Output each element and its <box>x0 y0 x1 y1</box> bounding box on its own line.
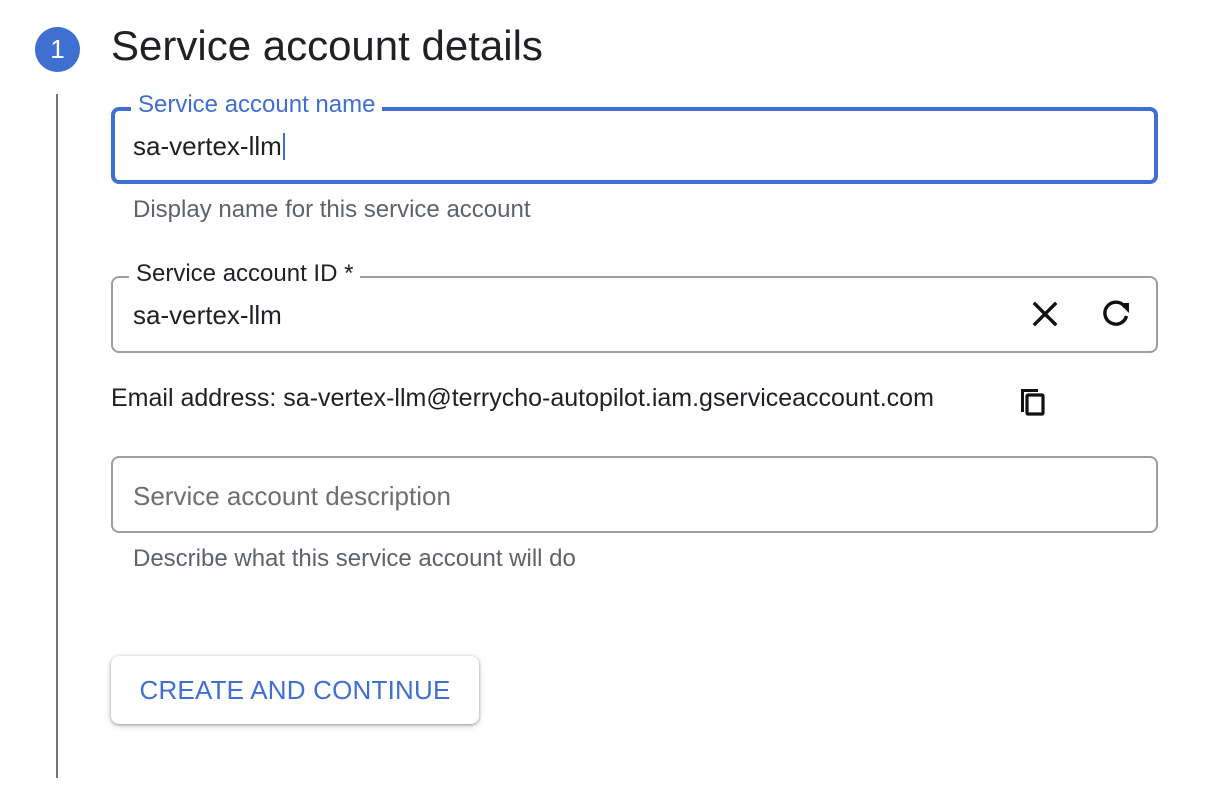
service-account-description-placeholder[interactable]: Service account description <box>133 481 451 512</box>
service-account-name-value: sa-vertex-llm <box>133 131 282 161</box>
regenerate-id-button[interactable] <box>1095 293 1137 335</box>
service-account-id-label: Service account ID * <box>129 260 361 288</box>
page-title: Service account details <box>111 22 543 69</box>
step-progress-line <box>56 94 58 778</box>
service-account-name-label: Service account name <box>131 91 383 119</box>
clear-id-button[interactable] <box>1024 293 1066 335</box>
copy-email-button[interactable] <box>1014 380 1050 420</box>
service-account-description-field[interactable]: Service account description <box>111 456 1158 533</box>
copy-icon <box>1021 389 1045 416</box>
create-and-continue-button[interactable]: CREATE AND CONTINUE <box>111 656 479 724</box>
service-account-name-input[interactable]: sa-vertex-llm <box>133 131 285 162</box>
step-number: 1 <box>50 34 65 64</box>
service-account-step-page: 1 Service account details Service accoun… <box>0 0 1230 794</box>
service-account-id-value[interactable]: sa-vertex-llm <box>133 300 282 331</box>
text-cursor <box>282 133 285 160</box>
service-account-name-helper: Display name for this service account <box>133 196 531 223</box>
email-address-text: Email address: sa-vertex-llm@terrycho-au… <box>111 384 934 412</box>
close-icon <box>1032 301 1058 327</box>
service-account-name-field[interactable]: Service account name sa-vertex-llm <box>111 91 1158 184</box>
service-account-id-field[interactable]: Service account ID * sa-vertex-llm <box>111 260 1158 353</box>
service-account-description-helper: Describe what this service account will … <box>133 545 576 572</box>
step-number-badge: 1 <box>35 27 80 72</box>
refresh-icon <box>1103 300 1129 326</box>
